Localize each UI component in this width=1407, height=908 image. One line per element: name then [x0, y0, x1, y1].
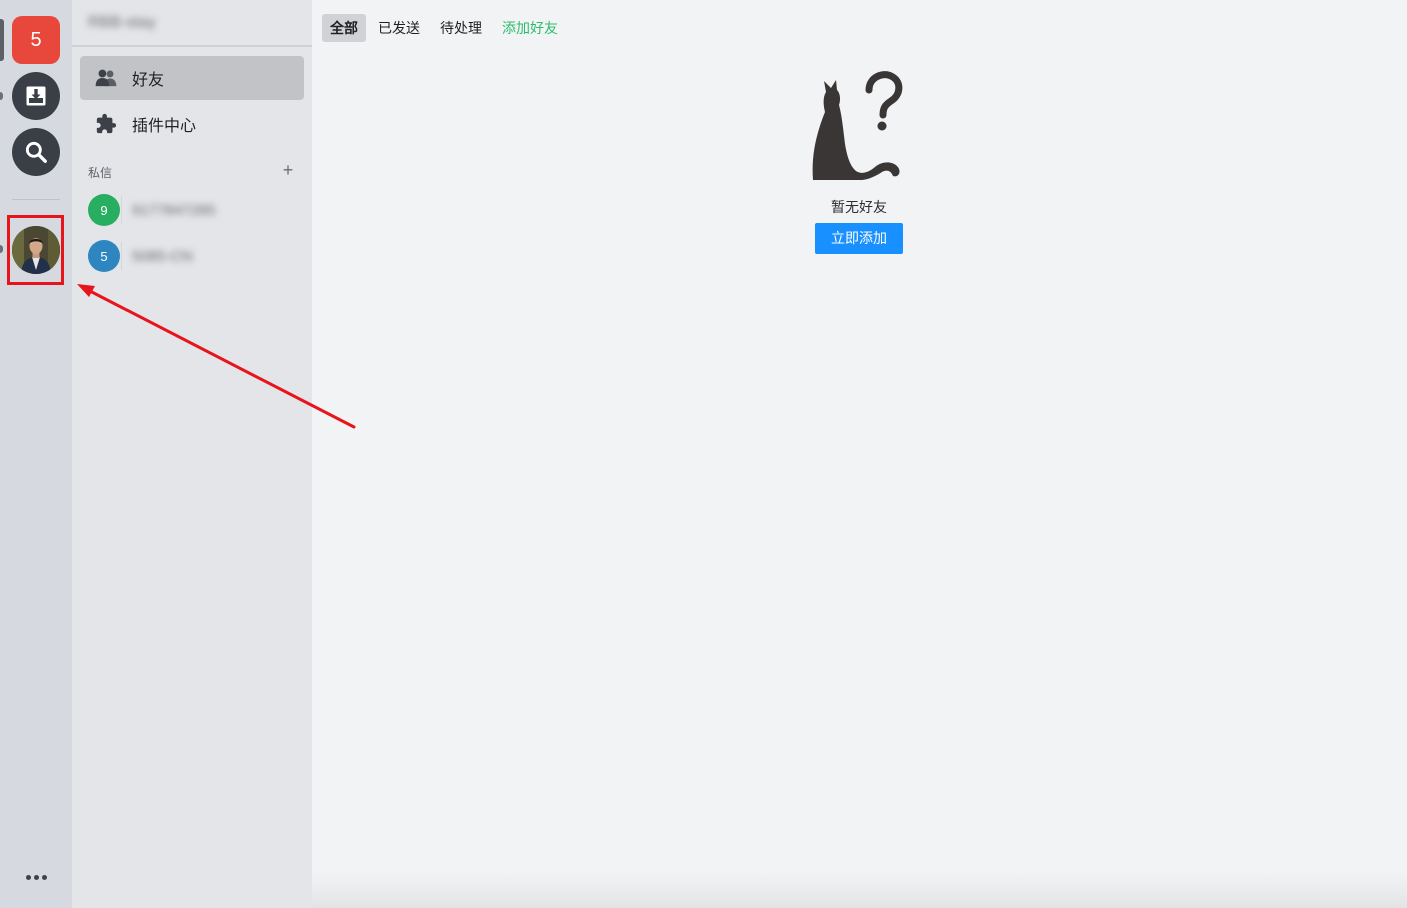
tab-all[interactable]: 全部 [322, 14, 366, 42]
dm-item[interactable]: 5 5085-Chi [80, 235, 304, 277]
sidebar-item-friends[interactable]: 好友 [80, 56, 304, 100]
sidebar-item-label: 好友 [132, 72, 165, 89]
more-button[interactable] [19, 866, 53, 888]
dm-item[interactable]: 9 9177847285 [80, 189, 304, 231]
unread-indicator [0, 245, 3, 253]
unread-indicator [0, 92, 3, 100]
dm-section-title: 私信 [88, 166, 113, 180]
divider [121, 242, 122, 270]
add-now-button[interactable]: 立即添加 [815, 223, 903, 254]
empty-state: 暂无好友 立即添加 [809, 68, 909, 254]
download-button[interactable] [12, 72, 60, 120]
tab-add-friend[interactable]: 添加好友 [494, 14, 566, 42]
main-panel: 全部 已发送 待处理 添加好友 暂无好友 立即添加 [312, 0, 1407, 908]
sidebar-item-plugins[interactable]: 插件中心 [80, 102, 304, 146]
puzzle-icon [80, 102, 132, 146]
tab-sent[interactable]: 已发送 [370, 14, 428, 42]
server-rail: 5 [0, 0, 72, 908]
sidebar-header: RBB-stay [72, 0, 312, 47]
sidebar: RBB-stay 好友 插件中心 私信 + 9 9177847285 5 508 [72, 0, 312, 908]
avatar: 9 [88, 194, 120, 226]
search-button[interactable] [12, 128, 60, 176]
avatar: 5 [88, 240, 120, 272]
dm-name: 5085-Chi [132, 247, 193, 265]
cat-question-icon [812, 71, 903, 181]
add-dm-button[interactable]: + [280, 161, 296, 179]
bottom-shade [312, 872, 1407, 908]
friends-icon [80, 56, 132, 100]
friend-tabs: 全部 已发送 待处理 添加好友 [322, 14, 570, 42]
search-icon [25, 141, 47, 163]
workspace-name: RBB-stay [88, 14, 156, 31]
home-button[interactable]: 5 [12, 16, 60, 64]
dm-name: 9177847285 [132, 201, 216, 219]
home-badge: 5 [30, 28, 42, 51]
sidebar-item-label: 插件中心 [132, 118, 197, 135]
server-avatar-button[interactable] [12, 226, 60, 274]
rail-separator [12, 199, 60, 200]
person-avatar-icon [12, 226, 60, 274]
ellipsis-icon [25, 874, 31, 880]
empty-label: 暂无好友 [831, 199, 887, 215]
tab-pending[interactable]: 待处理 [432, 14, 490, 42]
divider [121, 196, 122, 224]
selected-indicator [0, 19, 4, 61]
download-icon [26, 86, 46, 106]
